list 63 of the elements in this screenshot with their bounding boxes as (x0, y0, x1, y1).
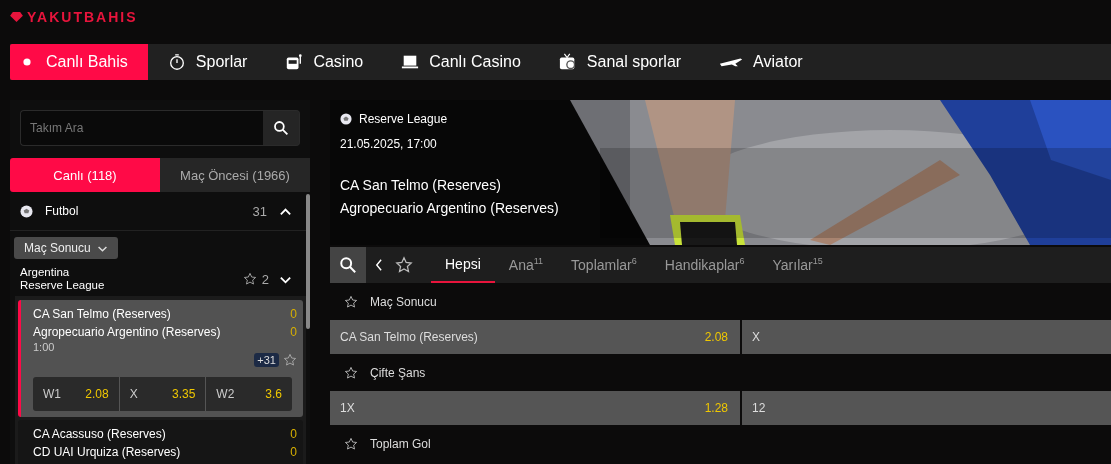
outcome-button[interactable]: CA San Telmo (Reserves) 2.08 (330, 320, 740, 354)
odds-button[interactable]: X 3.35 (119, 377, 207, 411)
nav-item[interactable]: Sanal sporlar (538, 44, 700, 80)
back-icon[interactable] (374, 258, 383, 272)
market-tab[interactable]: Yarılar$^{15}$ (758, 247, 837, 283)
search-icon (339, 256, 357, 274)
league-name: Reserve League (359, 112, 448, 126)
stopwatch-icon (167, 53, 186, 71)
sport-name: Futbol (45, 204, 80, 218)
league-name: Reserve League (20, 279, 106, 292)
star-icon[interactable] (283, 353, 297, 367)
count: 31 (252, 203, 267, 219)
nav-item[interactable]: Sporlar (147, 44, 266, 80)
score: 0 (290, 444, 297, 461)
tv-icon (558, 53, 577, 71)
star-icon[interactable] (344, 436, 358, 451)
team-name: CA Acassuso (Reserves) (33, 426, 166, 443)
match-card[interactable]: CA Acassuso (Reserves) 0 CD UAI Urquiza (Reserves) 0 (18, 420, 303, 464)
market-title: Maç Sonucu (370, 294, 437, 309)
sport-row[interactable]: Futbol 31 (10, 192, 306, 231)
star-icon[interactable] (344, 365, 358, 380)
odds-button[interactable]: W1 2.08 (33, 377, 120, 411)
market-title: Çifte Şans (370, 365, 426, 380)
ball-icon (340, 113, 352, 125)
tab[interactable]: Canlı (118) (10, 158, 160, 192)
market-tab[interactable]: Toplamlar$^{6}$ (557, 247, 651, 283)
market-tab[interactable]: Handikaplar$^{6}$ (650, 247, 759, 283)
favorite-count: 2 (261, 271, 269, 287)
team-name: CA San Telmo (Reserves) (340, 176, 502, 195)
laptop-icon (401, 53, 420, 71)
more-markets-badge[interactable]: +31 (254, 353, 279, 367)
star-icon[interactable] (344, 294, 358, 309)
odds-button[interactable]: W2 3.6 (206, 377, 292, 411)
match-time: 1:00 (33, 341, 56, 353)
market-title: Toplam Gol (370, 436, 431, 451)
score: 0 (290, 324, 297, 341)
event-datetime: 21.05.2025, 17:00 (340, 137, 438, 151)
star-icon[interactable] (395, 256, 413, 274)
outcome-button[interactable]: 1X 1.28 (330, 391, 740, 425)
nav-item[interactable]: Canlı Bahis (10, 44, 148, 80)
market-dropdown[interactable]: Maç Sonucu (14, 237, 118, 259)
team-name: CA San Telmo (Reserves) (33, 306, 171, 323)
score: 0 (290, 426, 297, 443)
nav-item[interactable]: Casino (265, 44, 382, 80)
match-card[interactable]: CA San Telmo (Reserves) 0 Agropecuario Argentino (Reserves) 0 1:00 +31 W1 2.08 X 3.35 W2 3.6 (18, 300, 303, 417)
tab[interactable]: Maç Öncesi (1966) (160, 158, 310, 192)
gem-icon (10, 12, 23, 22)
outcome-button[interactable]: 12 (742, 391, 1111, 425)
market-tab[interactable]: Ana$^{11}$ (494, 247, 558, 283)
nav-item[interactable]: Canlı Casino (381, 44, 539, 80)
nav-item[interactable]: Aviator (699, 44, 821, 80)
country-name: Argentina (20, 266, 71, 279)
search-button[interactable] (330, 247, 366, 283)
ball-icon (20, 204, 33, 218)
team-name: Agropecuario Argentino (Reserves) (33, 324, 221, 341)
score: 0 (290, 306, 297, 323)
outcome-button[interactable]: X (742, 320, 1111, 354)
team-name: CD UAI Urquiza (Reserves) (33, 444, 181, 461)
logo[interactable]: YAKUTBAHIS (27, 9, 138, 25)
team-name: Agropecuario Argentino (Reserves) (340, 199, 560, 218)
market-tab[interactable]: Hepsi (431, 247, 495, 283)
star-icon[interactable] (242, 272, 257, 286)
slot-machine-icon (285, 53, 304, 71)
